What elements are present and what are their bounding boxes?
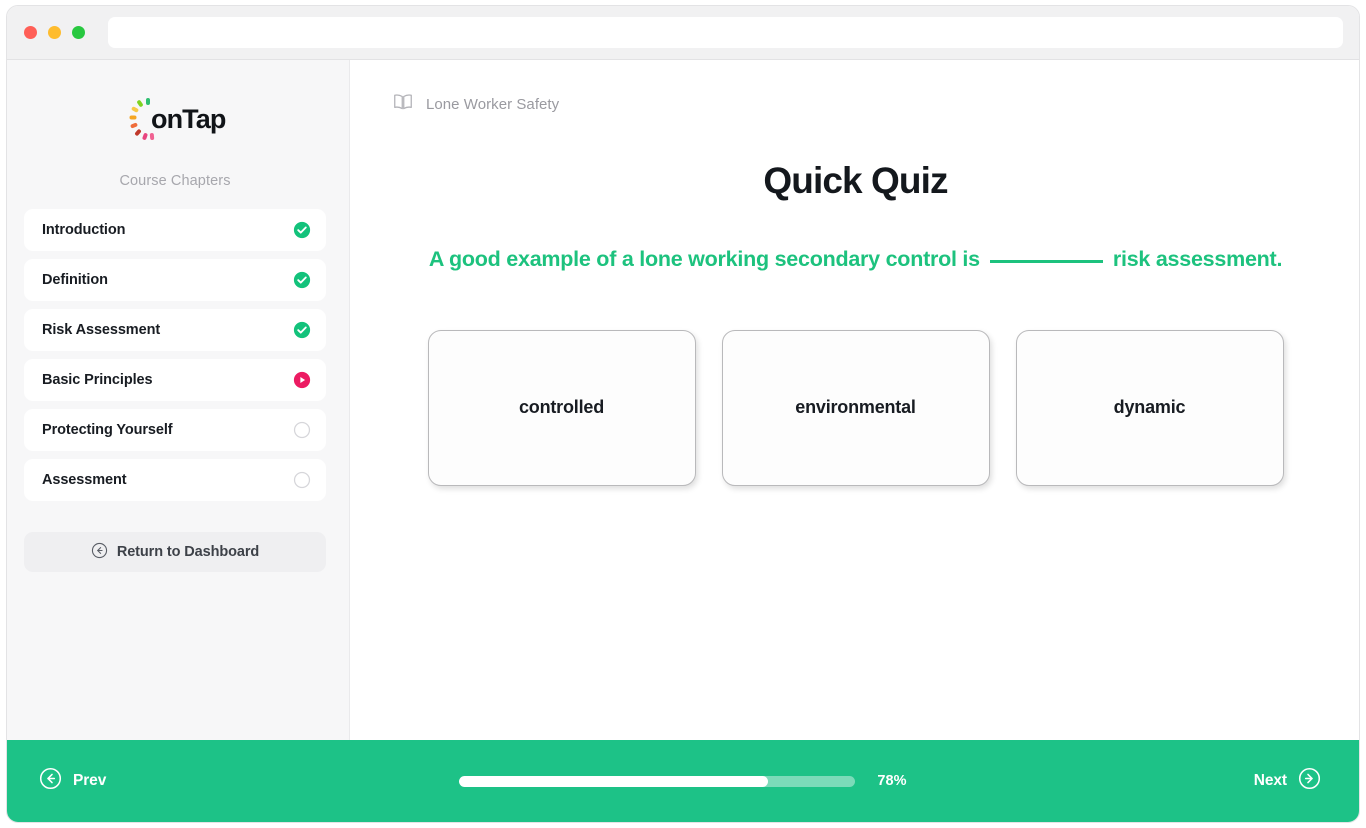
sidebar-item-introduction[interactable]: Introduction <box>24 209 326 251</box>
page-body: onTap Course Chapters Introduction Defin… <box>7 60 1359 740</box>
logo-spark-icon <box>146 98 150 105</box>
quiz-question: A good example of a lone working seconda… <box>392 246 1319 273</box>
sidebar-item-protecting-yourself[interactable]: Protecting Yourself <box>24 409 326 451</box>
prev-label: Prev <box>73 772 107 789</box>
page-title: Quick Quiz <box>763 160 948 201</box>
progress-area: 78% <box>7 773 1359 789</box>
circle-locked-icon <box>293 421 311 439</box>
window-controls <box>24 26 85 39</box>
chapter-label: Protecting Yourself <box>42 422 173 438</box>
logo-spark-icon <box>136 99 144 108</box>
chapter-label: Introduction <box>42 222 126 238</box>
circle-locked-icon <box>293 471 311 489</box>
question-text-after: risk assessment. <box>1112 247 1283 271</box>
logo-wordmark: onTap <box>151 104 226 134</box>
chapter-label: Risk Assessment <box>42 322 161 338</box>
answer-option-dynamic[interactable]: dynamic <box>1015 329 1284 486</box>
ontap-logo-mark: onTap <box>129 98 226 141</box>
arrow-left-circle-icon <box>91 542 108 562</box>
arrow-right-circle-icon <box>1298 767 1321 795</box>
play-current-icon <box>293 371 311 389</box>
course-footer: Prev 78% Next <box>7 740 1359 822</box>
sidebar-item-basic-principles[interactable]: Basic Principles <box>24 359 326 401</box>
logo-spark-icon <box>130 122 138 129</box>
sidebar-item-assessment[interactable]: Assessment <box>24 459 326 501</box>
book-icon <box>392 91 414 118</box>
progress-bar[interactable] <box>459 775 856 787</box>
sidebar-item-risk-assessment[interactable]: Risk Assessment <box>24 309 326 351</box>
return-to-dashboard-button[interactable]: Return to Dashboard <box>24 532 326 572</box>
chapter-label: Definition <box>42 272 108 288</box>
sidebar: onTap Course Chapters Introduction Defin… <box>7 60 350 740</box>
next-label: Next <box>1253 772 1287 789</box>
chapter-label: Basic Principles <box>42 372 153 388</box>
progress-percent-label: 78% <box>877 773 907 789</box>
logo-spark-icon <box>134 128 142 137</box>
check-complete-icon <box>293 271 311 289</box>
answer-option-environmental[interactable]: environmental <box>721 329 990 486</box>
app-logo[interactable]: onTap <box>24 98 326 142</box>
browser-titlebar <box>7 6 1359 60</box>
arrow-left-circle-icon <box>39 767 62 795</box>
check-complete-icon <box>293 221 311 239</box>
maximize-window-button[interactable] <box>72 26 85 39</box>
main-content: Lone Worker Safety Quick Quiz A good exa… <box>350 60 1359 740</box>
minimize-window-button[interactable] <box>48 26 61 39</box>
answer-blank <box>989 260 1103 263</box>
breadcrumb-course-name: Lone Worker Safety <box>426 95 560 113</box>
check-complete-icon <box>293 321 311 339</box>
logo-spark-icon <box>129 115 137 120</box>
browser-window: onTap Course Chapters Introduction Defin… <box>6 5 1360 823</box>
sidebar-item-definition[interactable]: Definition <box>24 259 326 301</box>
chapter-list: Introduction Definition Risk Assessment … <box>24 209 326 501</box>
logo-spark-icon <box>130 106 140 113</box>
logo-spark-icon <box>141 132 149 141</box>
return-to-dashboard-label: Return to Dashboard <box>116 544 260 560</box>
prev-button[interactable]: Prev <box>35 763 110 799</box>
answer-option-controlled[interactable]: controlled <box>427 329 696 486</box>
chapter-label: Assessment <box>42 472 127 488</box>
progress-bar-fill <box>459 775 769 787</box>
address-bar[interactable] <box>108 17 1343 48</box>
next-button[interactable]: Next <box>1250 763 1325 799</box>
question-text-before: A good example of a lone working seconda… <box>428 247 980 271</box>
breadcrumb[interactable]: Lone Worker Safety <box>392 92 1319 116</box>
chapters-heading: Course Chapters <box>119 173 231 189</box>
close-window-button[interactable] <box>24 26 37 39</box>
answer-options: controlled environmental dynamic <box>392 329 1319 486</box>
